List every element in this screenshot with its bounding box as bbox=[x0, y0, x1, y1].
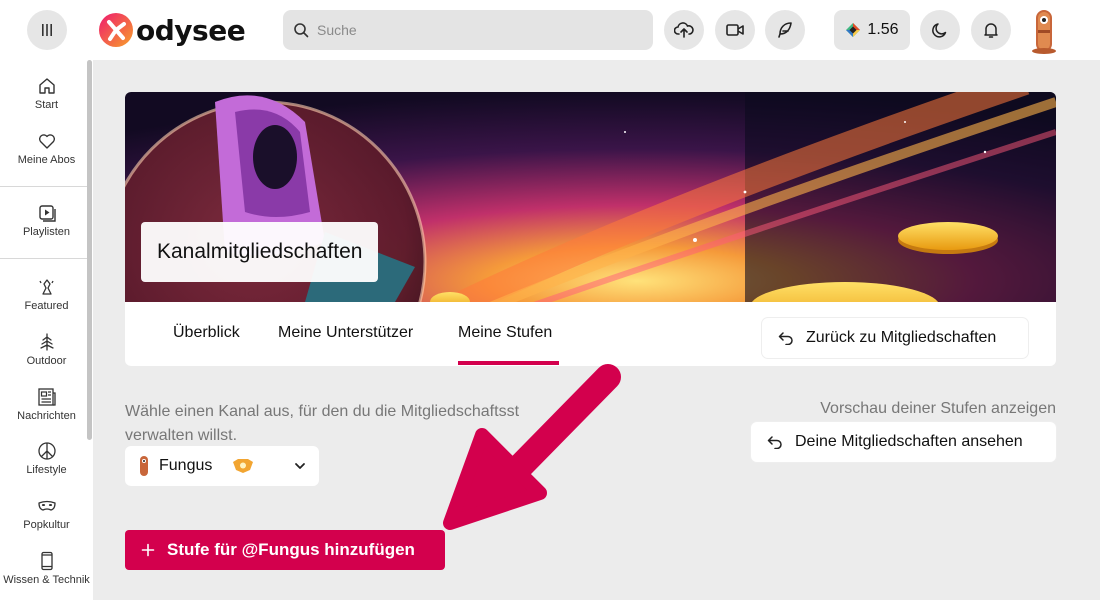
tree-icon bbox=[39, 333, 54, 351]
tab-bar: Überblick Meine Unterstützer Meine Stufe… bbox=[125, 302, 1056, 366]
home-icon bbox=[38, 78, 55, 94]
sidebar-item-label: Featured bbox=[24, 300, 69, 312]
sidebar-item-wissen-technik[interactable]: Wissen & Technik bbox=[0, 551, 93, 586]
sidebar-item-label: Wissen & Technik bbox=[3, 574, 90, 586]
sidebar-item-meine-abos[interactable]: Meine Abos bbox=[0, 131, 93, 166]
logo-icon bbox=[99, 13, 133, 47]
chevron-down-icon bbox=[295, 463, 305, 469]
newspaper-icon bbox=[37, 388, 56, 406]
sidebar-item-start[interactable]: Start bbox=[0, 76, 93, 111]
sidebar-item-playlisten[interactable]: Playlisten bbox=[0, 203, 93, 238]
menu-button[interactable] bbox=[27, 10, 67, 50]
memberships-card: Kanalmitgliedschaften Überblick Meine Un… bbox=[125, 92, 1056, 366]
publish-post-button[interactable] bbox=[765, 10, 805, 50]
sidebar-item-popkultur[interactable]: Popkultur bbox=[0, 496, 93, 531]
channel-select-description: Wähle einen Kanal aus, für den du die Mi… bbox=[125, 400, 565, 448]
peace-icon bbox=[37, 442, 56, 460]
sidebar-divider bbox=[0, 186, 87, 187]
tab-meine-stufen[interactable]: Meine Stufen bbox=[458, 324, 552, 342]
view-memberships-label: Deine Mitgliedschaften ansehen bbox=[795, 433, 1023, 450]
preview-label: Vorschau deiner Stufen anzeigen bbox=[820, 400, 1056, 417]
channel-select[interactable]: Fungus bbox=[125, 446, 319, 486]
credits-icon bbox=[846, 23, 861, 37]
top-header: odysee 1.56 bbox=[0, 0, 1100, 60]
tab-meine-unterstuetzer[interactable]: Meine Unterstützer bbox=[278, 324, 413, 342]
sidebar: Start Meine Abos Playlisten Featured Out… bbox=[0, 60, 93, 600]
description-line-1: Wähle einen Kanal aus, für den du die Mi… bbox=[125, 403, 520, 420]
sidebar-item-label: Lifestyle bbox=[26, 464, 67, 476]
sidebar-item-label: Playlisten bbox=[22, 226, 71, 238]
back-button-label: Zurück zu Mitgliedschaften bbox=[806, 329, 997, 346]
search-bar[interactable] bbox=[283, 10, 653, 50]
sidebar-item-label: Nachrichten bbox=[17, 410, 76, 422]
search-input[interactable] bbox=[317, 22, 637, 38]
notifications-button[interactable] bbox=[971, 10, 1011, 50]
view-memberships-button[interactable]: Deine Mitgliedschaften ansehen bbox=[751, 422, 1056, 462]
bell-icon bbox=[984, 23, 998, 38]
video-camera-icon bbox=[726, 24, 744, 36]
back-arrow-icon bbox=[778, 332, 793, 345]
sidebar-item-outdoor[interactable]: Outdoor bbox=[0, 332, 93, 367]
plus-icon bbox=[141, 543, 155, 557]
page-title: Kanalmitgliedschaften bbox=[141, 222, 379, 282]
sidebar-scrollbar[interactable] bbox=[87, 60, 92, 440]
playlist-icon bbox=[38, 205, 56, 222]
wallet-balance-button[interactable]: 1.56 bbox=[834, 10, 910, 50]
logo-text: odysee bbox=[136, 13, 246, 47]
search-icon bbox=[294, 23, 309, 38]
featured-icon bbox=[38, 279, 54, 295]
channel-avatar bbox=[140, 456, 148, 476]
mask-icon bbox=[37, 500, 56, 511]
feather-icon bbox=[778, 22, 792, 38]
back-arrow-icon bbox=[767, 436, 782, 449]
upload-icon bbox=[674, 22, 694, 38]
sidebar-divider bbox=[0, 258, 87, 259]
sidebar-item-lifestyle[interactable]: Lifestyle bbox=[0, 441, 93, 476]
odysee-logo[interactable]: odysee bbox=[98, 11, 246, 49]
heart-icon bbox=[38, 134, 55, 149]
avatar[interactable] bbox=[1026, 8, 1062, 54]
moon-icon bbox=[932, 23, 947, 38]
go-live-button[interactable] bbox=[715, 10, 755, 50]
phone-icon bbox=[40, 551, 53, 571]
channel-name: Fungus bbox=[159, 457, 213, 474]
credit-balance: 1.56 bbox=[867, 21, 899, 38]
sidebar-item-nachrichten[interactable]: Nachrichten bbox=[0, 387, 93, 422]
theme-toggle-button[interactable] bbox=[920, 10, 960, 50]
badge-icon bbox=[233, 459, 254, 473]
sidebar-item-featured[interactable]: Featured bbox=[0, 277, 93, 312]
sidebar-item-label: Meine Abos bbox=[17, 154, 76, 166]
upload-button[interactable] bbox=[664, 10, 704, 50]
active-tab-indicator bbox=[458, 361, 559, 365]
sidebar-item-label: Popkultur bbox=[23, 519, 70, 531]
sidebar-item-label: Outdoor bbox=[26, 355, 67, 367]
add-tier-button[interactable]: Stufe für @Fungus hinzufügen bbox=[125, 530, 445, 570]
description-line-2: verwalten willst. bbox=[125, 427, 238, 444]
add-tier-label: Stufe für @Fungus hinzufügen bbox=[167, 540, 415, 559]
menu-icon bbox=[42, 24, 52, 36]
tab-ueberblick[interactable]: Überblick bbox=[173, 324, 240, 342]
back-to-memberships-button[interactable]: Zurück zu Mitgliedschaften bbox=[762, 318, 1028, 358]
sidebar-item-label: Start bbox=[34, 99, 59, 111]
